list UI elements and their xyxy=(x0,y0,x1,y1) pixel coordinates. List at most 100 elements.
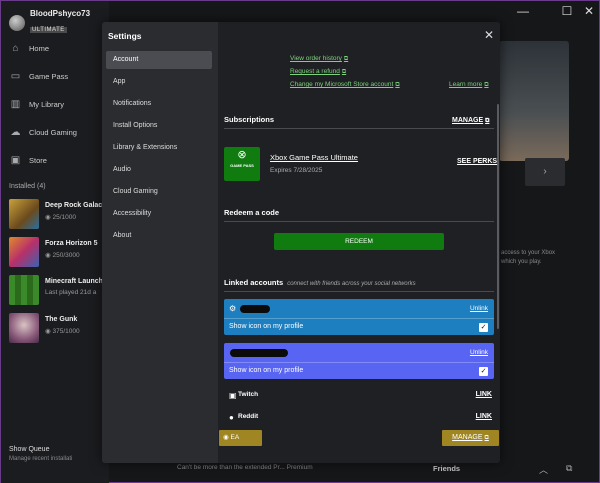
settings-nav-install-options[interactable]: Install Options xyxy=(106,117,212,135)
learn-more-link[interactable]: Learn more ⧉ xyxy=(449,81,489,89)
discord-show-icon-checkbox[interactable]: ✓ xyxy=(479,367,488,376)
minimize-button[interactable]: — xyxy=(513,4,533,18)
twitch-link-button[interactable]: LINK xyxy=(476,391,492,398)
divider xyxy=(224,221,494,222)
avatar xyxy=(9,14,25,31)
subscription-name[interactable]: Xbox Game Pass Ultimate xyxy=(270,153,358,162)
external-link-icon: ⧉ xyxy=(484,82,489,88)
reddit-link-button[interactable]: LINK xyxy=(476,413,492,420)
nav-cloud-gaming[interactable]: ☁ Cloud Gaming xyxy=(9,127,77,138)
subscription-expiry: Expires 7/28/2025 xyxy=(270,167,323,174)
profile[interactable]: BloodPshyco73 ULTIMATE xyxy=(9,9,90,36)
xbox-logo-icon: ⊗ xyxy=(237,149,247,161)
background-bottom-text: Can't be more than the extended Pr... Pr… xyxy=(177,464,313,471)
friends-label[interactable]: Friends xyxy=(433,464,460,473)
gamepass-icon: ▭ xyxy=(10,71,21,82)
gamepass-tile: ⊗ GAME PASS xyxy=(224,147,260,181)
carousel-next-button[interactable]: › xyxy=(525,158,565,186)
discord-unlink-button[interactable]: Unlink xyxy=(470,349,488,356)
tile-text: GAME PASS xyxy=(230,163,254,168)
steam-unlink-button[interactable]: Unlink xyxy=(470,305,488,312)
linked-accounts-title: Linked accounts connect with friends acro… xyxy=(224,278,416,287)
game-progress: Last played 21d a xyxy=(45,289,97,296)
show-queue[interactable]: Show Queue Manage recent installati xyxy=(9,446,72,462)
game-thumbnail xyxy=(9,199,39,229)
library-icon: ▥ xyxy=(10,99,21,110)
link-label: View order history xyxy=(290,55,342,62)
game-thumbnail xyxy=(9,313,39,343)
discord-linked-account: Unlink Show icon on my profile ✓ xyxy=(224,343,494,379)
settings-nav-app[interactable]: App xyxy=(106,73,212,91)
show-queue-sub: Manage recent installati xyxy=(9,456,73,462)
settings-title: Settings xyxy=(108,31,142,41)
subscriptions-title: Subscriptions xyxy=(224,115,275,124)
settings-nav-library-extensions[interactable]: Library & Extensions xyxy=(106,139,212,157)
twitch-account-row: ▣ Twitch LINK xyxy=(224,386,494,404)
link-label: Request a refund xyxy=(290,68,340,75)
reddit-name: Reddit xyxy=(238,413,259,420)
nav-label: My Library xyxy=(29,100,65,109)
game-progress: 375/1000 xyxy=(52,328,80,335)
twitch-icon: ▣ xyxy=(229,391,237,400)
nav-label: Cloud Gaming xyxy=(29,128,77,137)
steam-show-icon-checkbox[interactable]: ✓ xyxy=(479,323,488,332)
maximize-button[interactable]: ☐ xyxy=(557,4,577,18)
game-title: Minecraft Launcher xyxy=(45,278,110,285)
external-link-icon: ⧉ xyxy=(395,82,400,88)
nav-store[interactable]: ▣ Store xyxy=(9,155,47,166)
settings-dialog: Settings Account App Notifications Insta… xyxy=(102,22,500,463)
settings-nav-about[interactable]: About xyxy=(106,227,212,245)
background-hero-image xyxy=(499,41,569,161)
game-thumbnail xyxy=(9,237,39,267)
show-queue-title: Show Queue xyxy=(9,446,50,453)
nav-label: Game Pass xyxy=(29,72,69,81)
redacted-account-name xyxy=(230,349,288,357)
settings-nav-accessibility[interactable]: Accessibility xyxy=(106,205,212,223)
home-icon: ⌂ xyxy=(12,43,19,54)
settings-nav: Settings Account App Notifications Insta… xyxy=(102,22,218,463)
redeem-title: Redeem a code xyxy=(224,208,280,217)
divider xyxy=(224,291,494,292)
chevron-up-icon[interactable]: ︿ xyxy=(539,463,548,476)
game-title: Deep Rock Galactic xyxy=(45,202,111,209)
steam-linked-account: ⚙ Unlink Show icon on my profile ✓ xyxy=(224,299,494,335)
settings-nav-audio[interactable]: Audio xyxy=(106,161,212,179)
settings-nav-notifications[interactable]: Notifications xyxy=(106,95,212,113)
twitch-name: Twitch xyxy=(238,391,259,398)
ea-label: EA xyxy=(230,434,240,441)
steam-icon: ⚙ xyxy=(229,304,237,313)
popout-icon[interactable]: ⧉ xyxy=(566,463,572,474)
scrollbar[interactable] xyxy=(497,104,499,329)
link-label: Learn more xyxy=(449,81,483,88)
external-link-icon: ⧉ xyxy=(485,118,490,124)
external-link-icon: ⧉ xyxy=(484,435,489,441)
external-link-icon: ⧉ xyxy=(343,56,349,62)
installed-game[interactable]: Forza Horizon 5 ◉ 250/3000 xyxy=(9,237,98,267)
change-store-account-link[interactable]: Change my Microsoft Store account ⧉ xyxy=(290,81,400,89)
discord-show-icon-label: Show icon on my profile xyxy=(229,367,304,374)
nav-gamepass[interactable]: ▭ Game Pass xyxy=(9,71,68,82)
ea-account-button[interactable]: ◉ EA xyxy=(219,430,262,446)
view-order-history-link[interactable]: View order history ⧉ xyxy=(290,55,348,63)
installed-game[interactable]: Deep Rock Galactic ◉ 25/1000 xyxy=(9,199,110,229)
see-perks-button[interactable]: SEE PERKS xyxy=(457,158,497,165)
installed-game[interactable]: Minecraft Launcher Last played 21d a xyxy=(9,275,110,305)
redeem-button[interactable]: REDEEM xyxy=(274,233,444,250)
app-sidebar: BloodPshyco73 ULTIMATE ⌂ Home ▭ Game Pas… xyxy=(1,1,110,483)
settings-nav-account[interactable]: Account xyxy=(106,51,212,69)
settings-nav-cloud-gaming[interactable]: Cloud Gaming xyxy=(106,183,212,201)
manage-label: MANAGE xyxy=(452,434,483,441)
manage-ea-button[interactable]: MANAGE ⧉ xyxy=(442,430,499,446)
request-refund-link[interactable]: Request a refund ⧉ xyxy=(290,68,346,76)
close-window-button[interactable]: ✕ xyxy=(579,4,599,18)
redacted-account-name xyxy=(240,305,270,313)
gamertag: BloodPshyco73 xyxy=(30,9,91,18)
store-icon: ▣ xyxy=(10,155,21,166)
manage-subscriptions-button[interactable]: MANAGE ⧉ xyxy=(452,117,489,125)
linked-accounts-desc: connect with friends across your social … xyxy=(287,281,416,287)
installed-header: Installed (4) xyxy=(9,183,46,190)
game-title: Forza Horizon 5 xyxy=(45,240,98,247)
installed-game[interactable]: The Gunk ◉ 375/1000 xyxy=(9,313,80,343)
nav-library[interactable]: ▥ My Library xyxy=(9,99,64,110)
nav-home[interactable]: ⌂ Home xyxy=(9,43,49,54)
